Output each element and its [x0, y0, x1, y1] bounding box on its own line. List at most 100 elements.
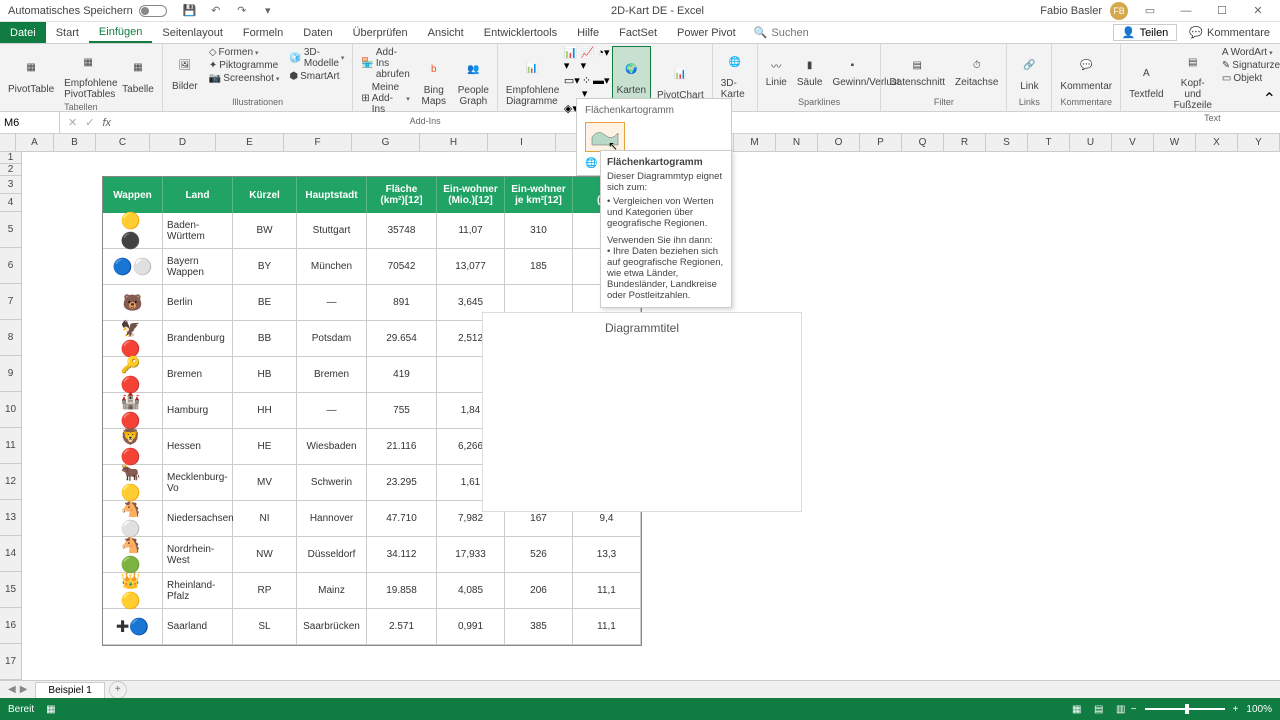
- table-cell[interactable]: 13,077: [437, 249, 505, 284]
- pie-chart-icon[interactable]: ◔▾: [597, 46, 609, 72]
- normal-view-icon[interactable]: ▦: [1067, 701, 1087, 717]
- table-cell[interactable]: 🐂🟡: [103, 465, 163, 500]
- pivottable-button[interactable]: ▦PivotTable: [4, 46, 58, 102]
- table-cell[interactable]: SL: [233, 609, 297, 644]
- comment-button[interactable]: 💬Kommentar: [1056, 46, 1116, 97]
- table-cell[interactable]: 19.858: [367, 573, 437, 608]
- column-header[interactable]: G: [352, 134, 420, 152]
- menu-ueberpruefen[interactable]: Überprüfen: [343, 22, 418, 43]
- accept-formula-icon[interactable]: ✓: [85, 116, 94, 129]
- table-cell[interactable]: 17,933: [437, 537, 505, 572]
- table-cell[interactable]: Stuttgart: [297, 213, 367, 248]
- sheet-tab-1[interactable]: Beispiel 1: [35, 682, 104, 698]
- bar-chart-icon[interactable]: 📊▾: [564, 46, 579, 72]
- filled-map-option[interactable]: ↖: [585, 122, 625, 152]
- column-header[interactable]: B: [54, 134, 96, 152]
- name-box[interactable]: M6: [0, 112, 60, 133]
- wordart-button[interactable]: AWordArt▾: [1218, 46, 1280, 59]
- row-header[interactable]: 2: [0, 164, 22, 176]
- table-header-cell[interactable]: Fläche(km²)[12]: [367, 177, 437, 213]
- column-header[interactable]: M: [734, 134, 776, 152]
- close-icon[interactable]: ✕: [1244, 1, 1272, 21]
- sparkline-line-button[interactable]: 〰Linie: [762, 46, 791, 97]
- pictures-button[interactable]: 🖼Bilder: [167, 46, 203, 97]
- table-cell[interactable]: Rheinland-Pfalz: [163, 573, 233, 608]
- table-header-cell[interactable]: Hauptstadt: [297, 177, 367, 213]
- bing-maps-button[interactable]: bBing Maps: [416, 46, 452, 116]
- menu-powerpivot[interactable]: Power Pivot: [667, 22, 746, 43]
- share-button[interactable]: 👤 Teilen: [1113, 24, 1177, 41]
- add-sheet-button[interactable]: +: [109, 681, 127, 699]
- row-header[interactable]: 9: [0, 356, 22, 392]
- people-graph-button[interactable]: 👥People Graph: [454, 46, 493, 116]
- table-cell[interactable]: 34.112: [367, 537, 437, 572]
- table-cell[interactable]: 35748: [367, 213, 437, 248]
- sheet-next-icon[interactable]: ▶: [20, 684, 28, 695]
- screenshot-button[interactable]: 📷Screenshot▾: [205, 72, 284, 85]
- table-cell[interactable]: Berlin: [163, 285, 233, 320]
- page-break-view-icon[interactable]: ▥: [1111, 701, 1131, 717]
- table-cell[interactable]: 13,3: [573, 537, 641, 572]
- avatar[interactable]: FB: [1110, 2, 1128, 20]
- table-cell[interactable]: 🦁🔴: [103, 429, 163, 464]
- table-cell[interactable]: 755: [367, 393, 437, 428]
- undo-icon[interactable]: ↶: [209, 4, 223, 18]
- 3dmap-button[interactable]: 🌐3D-Karte: [717, 46, 753, 102]
- column-header[interactable]: H: [420, 134, 488, 152]
- table-cell[interactable]: 👑🟡: [103, 573, 163, 608]
- 3dmodels-button[interactable]: 🧊3D-Modelle▾: [285, 46, 348, 70]
- header-footer-button[interactable]: ▤Kopf- und Fußzeile: [1170, 46, 1216, 113]
- table-cell[interactable]: 185: [505, 249, 573, 284]
- table-cell[interactable]: 70542: [367, 249, 437, 284]
- autosave-toggle[interactable]: Automatisches Speichern: [0, 5, 175, 17]
- table-cell[interactable]: 🦅🔴: [103, 321, 163, 356]
- object-button[interactable]: ▭Objekt: [1218, 72, 1280, 85]
- table-cell[interactable]: 891: [367, 285, 437, 320]
- table-cell[interactable]: —: [297, 393, 367, 428]
- sparkline-winloss-button[interactable]: ▪Gewinn/Verlust: [828, 46, 876, 97]
- table-cell[interactable]: Hannover: [297, 501, 367, 536]
- table-row[interactable]: ✚🔵SaarlandSLSaarbrücken2.5710,99138511,1: [103, 609, 641, 645]
- sheet-prev-icon[interactable]: ◀: [8, 684, 16, 695]
- table-cell[interactable]: 🔵⚪: [103, 249, 163, 284]
- qat-dropdown-icon[interactable]: ▾: [261, 4, 275, 18]
- row-header[interactable]: 3: [0, 176, 22, 194]
- my-addins-button[interactable]: ⊞Meine Add-Ins▾: [357, 81, 413, 116]
- zoom-level[interactable]: 100%: [1246, 704, 1272, 715]
- column-header[interactable]: Y: [1238, 134, 1280, 152]
- table-cell[interactable]: 0,991: [437, 609, 505, 644]
- comments-button[interactable]: 💬 Kommentare: [1181, 24, 1278, 41]
- column-header[interactable]: W: [1154, 134, 1196, 152]
- table-header-cell[interactable]: Ein-wohnerje km²[12]: [505, 177, 573, 213]
- menu-einfuegen[interactable]: Einfügen: [89, 22, 152, 43]
- column-header[interactable]: A: [16, 134, 54, 152]
- macro-record-icon[interactable]: ▦: [46, 704, 55, 715]
- row-header[interactable]: 10: [0, 392, 22, 428]
- column-header[interactable]: S: [986, 134, 1028, 152]
- row-header[interactable]: 7: [0, 284, 22, 320]
- column-header[interactable]: O: [818, 134, 860, 152]
- table-cell[interactable]: Saarland: [163, 609, 233, 644]
- table-cell[interactable]: 11,1: [573, 609, 641, 644]
- column-header[interactable]: E: [216, 134, 284, 152]
- shapes-button[interactable]: ◇Formen▾: [205, 46, 284, 59]
- table-cell[interactable]: Düsseldorf: [297, 537, 367, 572]
- table-cell[interactable]: Schwerin: [297, 465, 367, 500]
- collapse-ribbon-icon[interactable]: ⌃: [1263, 89, 1276, 109]
- column-header[interactable]: V: [1112, 134, 1154, 152]
- search-box[interactable]: 🔍: [746, 22, 860, 43]
- row-header[interactable]: 16: [0, 608, 22, 644]
- icons-button[interactable]: ✦Piktogramme: [205, 59, 284, 72]
- redo-icon[interactable]: ↷: [235, 4, 249, 18]
- table-cell[interactable]: BW: [233, 213, 297, 248]
- recommended-pivot-button[interactable]: ▦Empfohlene PivotTables: [60, 46, 116, 102]
- column-header[interactable]: T: [1028, 134, 1070, 152]
- sparkline-column-button[interactable]: ▮Säule: [793, 46, 827, 97]
- table-cell[interactable]: RP: [233, 573, 297, 608]
- column-header[interactable]: P: [860, 134, 902, 152]
- table-cell[interactable]: BY: [233, 249, 297, 284]
- table-cell[interactable]: NI: [233, 501, 297, 536]
- slicer-button[interactable]: ▤Datenschnitt: [885, 46, 949, 97]
- table-header-cell[interactable]: Land: [163, 177, 233, 213]
- table-cell[interactable]: Mecklenburg-Vo: [163, 465, 233, 500]
